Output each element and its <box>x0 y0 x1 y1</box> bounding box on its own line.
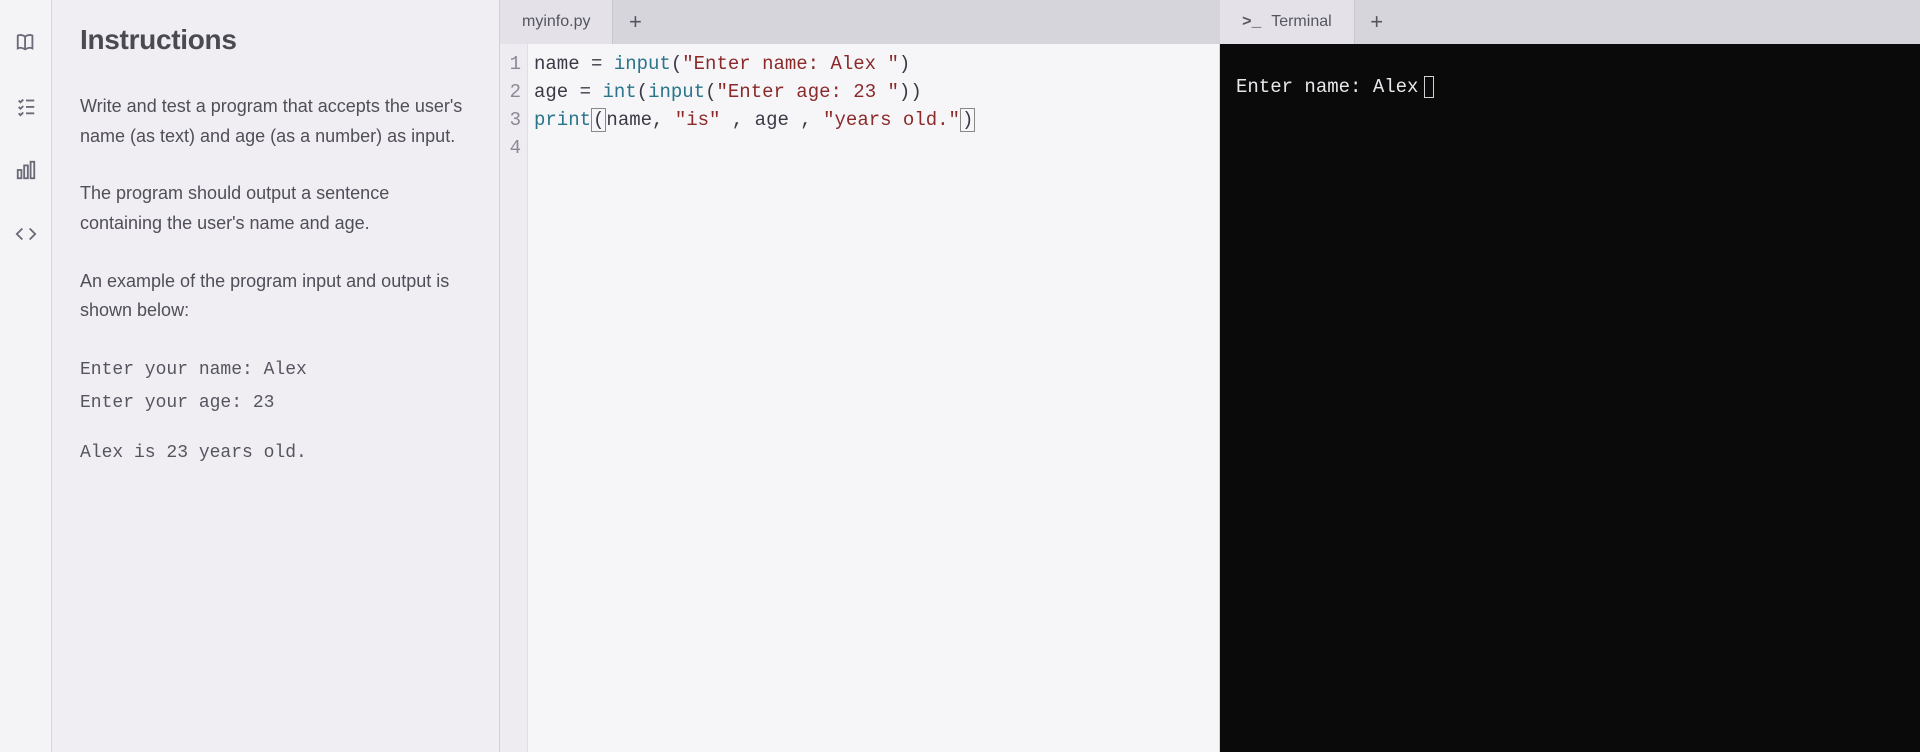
book-icon[interactable] <box>14 30 38 54</box>
terminal-tab-label: Terminal <box>1271 13 1331 31</box>
code-line-1: name = input("Enter name: Alex ") <box>534 50 1219 78</box>
code-lines[interactable]: name = input("Enter name: Alex ")age = i… <box>528 44 1219 752</box>
example-line-2: Enter your age: 23 <box>80 387 471 419</box>
code-line-2: age = int(input("Enter age: 23 ")) <box>534 78 1219 106</box>
editor-panel: myinfo.py + 1 2 3 4 name = input("Enter … <box>500 0 1220 752</box>
example-block: Enter your name: Alex Enter your age: 23… <box>80 354 471 469</box>
gutter-line: 4 <box>500 134 521 162</box>
terminal-body[interactable]: Enter name: Alex <box>1220 44 1920 752</box>
bar-chart-icon[interactable] <box>14 158 38 182</box>
icon-rail <box>0 0 52 752</box>
instructions-panel: Instructions Write and test a program th… <box>52 0 500 752</box>
terminal-line-1: Enter name: Alex <box>1236 76 1418 98</box>
code-line-3: print(name, "is" , age , "years old.") <box>534 106 1219 134</box>
instructions-title: Instructions <box>80 24 471 56</box>
gutter-line: 2 <box>500 78 521 106</box>
terminal-panel: >_ Terminal + Enter name: Alex <box>1220 0 1920 752</box>
terminal-tab-add[interactable]: + <box>1355 0 1399 44</box>
code-icon[interactable] <box>14 222 38 246</box>
instructions-para-2: The program should output a sentence con… <box>80 179 471 238</box>
line-gutter: 1 2 3 4 <box>500 44 528 752</box>
terminal-tab[interactable]: >_ Terminal <box>1220 0 1355 44</box>
terminal-prompt-icon: >_ <box>1242 13 1261 31</box>
example-line-3: Alex is 23 years old. <box>80 437 471 469</box>
editor-tab-bar: myinfo.py + <box>500 0 1219 44</box>
example-line-1: Enter your name: Alex <box>80 354 471 386</box>
editor-tab-myinfo[interactable]: myinfo.py <box>500 0 613 44</box>
instructions-body: Write and test a program that accepts th… <box>80 92 471 469</box>
gutter-line: 1 <box>500 50 521 78</box>
terminal-cursor <box>1424 76 1434 98</box>
checklist-icon[interactable] <box>14 94 38 118</box>
code-editor[interactable]: 1 2 3 4 name = input("Enter name: Alex "… <box>500 44 1219 752</box>
instructions-para-3: An example of the program input and outp… <box>80 267 471 326</box>
editor-tab-add[interactable]: + <box>613 0 657 44</box>
gutter-line: 3 <box>500 106 521 134</box>
instructions-para-1: Write and test a program that accepts th… <box>80 92 471 151</box>
terminal-tab-bar: >_ Terminal + <box>1220 0 1920 44</box>
